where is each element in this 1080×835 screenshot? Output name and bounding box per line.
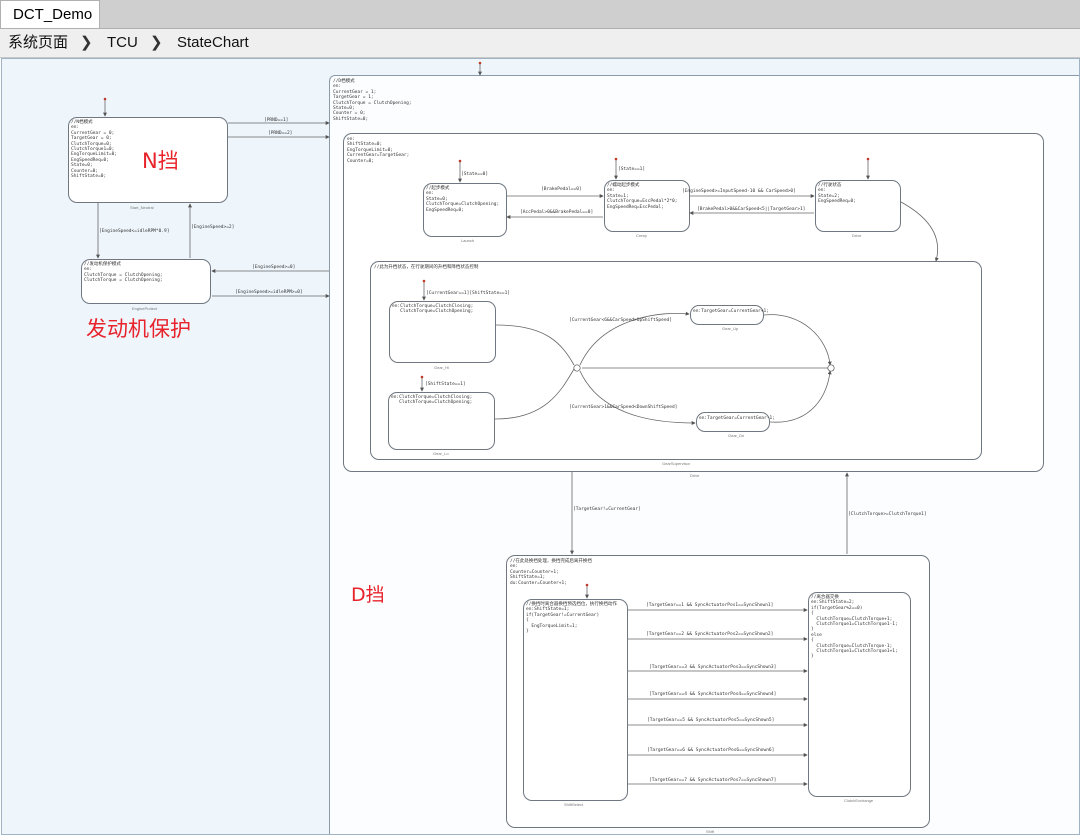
- label-gear-default-a: [CurrentGear==1][ShiftState==1]: [426, 291, 510, 296]
- label-n-to-protect: [EngineSpeed<=idleRPM*0.9]: [99, 229, 170, 234]
- breadcrumb-item-statechart[interactable]: StateChart: [177, 29, 249, 57]
- label-launch-to-creep-2: [AccPedal>0&&BrakePedal==0]: [520, 210, 594, 215]
- label-sel-1: [TargetGear==1 && SyncActuatorPos1==Sync…: [646, 603, 774, 608]
- label-protect-to-d-1: [EngineSpeed>=0]: [252, 265, 296, 270]
- label-n-to-d-2: [PRND==2]: [268, 131, 293, 136]
- label-sel-7: [TargetGear==7 && SyncActuatorPos7==Sync…: [649, 778, 777, 783]
- junction-right: [827, 364, 835, 372]
- chevron-right-icon: ❯: [80, 34, 93, 51]
- chevron-right-icon: ❯: [150, 34, 163, 51]
- label-creep-default: [State==1]: [618, 167, 646, 172]
- statechart-canvas[interactable]: //D档模式 en: CurrentGear = 1; TargetGear =…: [1, 58, 1080, 835]
- transition-gear-down-to-junction: [769, 370, 832, 423]
- label-sel-2: [TargetGear==2 && SyncActuatorPos2==Sync…: [646, 632, 774, 637]
- label-protect-to-d-2: [EngineSpeed>=idleRPM>=0]: [235, 290, 303, 295]
- label-gear-upshift: [CurrentGear<6&&CarSpeed>UpShiftSpeed]: [569, 318, 672, 323]
- transition-gear-up-to-junction: [763, 314, 832, 366]
- label-gear-default-b: [ShiftState==1]: [425, 382, 466, 387]
- label-launch-to-creep-1: [BrakePedal==0]: [541, 187, 582, 192]
- transition-to-gear-down: [579, 370, 696, 425]
- label-sel-6: [TargetGear==6 && SyncActuatorPos6==Sync…: [647, 748, 775, 753]
- breadcrumb: 系统页面 ❯ TCU ❯ StateChart: [0, 29, 1080, 58]
- label-to-shift: [TargetGear!=CurrentGear]: [573, 507, 641, 512]
- label-drive-to-creep: [BrakePedal>0&&CarSpeed<5||TargetGear>1]: [697, 207, 806, 212]
- tab-dct-demo[interactable]: DCT_Demo: [0, 0, 100, 28]
- junction-left: [573, 364, 581, 372]
- label-gear-downshift: [CurrentGear>1&&CarSpeed<DownShiftSpeed]: [569, 405, 678, 410]
- transition-drive-to-gear: [900, 201, 939, 262]
- label-from-shift: [ClutchTorque>=ClutchTorque1]: [848, 512, 927, 517]
- transition-upshift-a-junction: [495, 324, 575, 366]
- label-protect-to-n: [EngineSpeed>=2]: [191, 225, 235, 230]
- label-sel-4: [TargetGear==4 && SyncActuatorPos4==Sync…: [649, 692, 777, 697]
- breadcrumb-item-system[interactable]: 系统页面: [8, 29, 68, 57]
- label-sel-3: [TargetGear==3 && SyncActuatorPos3==Sync…: [649, 665, 777, 670]
- transition-upshift-b-junction: [494, 368, 575, 420]
- label-drive-default-state: [State==0]: [461, 172, 489, 177]
- label-sel-5: [TargetGear==5 && SyncActuatorPos5==Sync…: [647, 718, 775, 723]
- breadcrumb-item-tcu[interactable]: TCU: [107, 29, 138, 57]
- tab-bar: DCT_Demo: [0, 0, 1080, 29]
- transition-wires: [96, 61, 939, 786]
- label-n-to-d-1: [PRND==1]: [264, 118, 289, 123]
- label-creep-to-drive: [EngineSpeed>=InputSpeed-10 && CarSpeed>…: [682, 189, 796, 194]
